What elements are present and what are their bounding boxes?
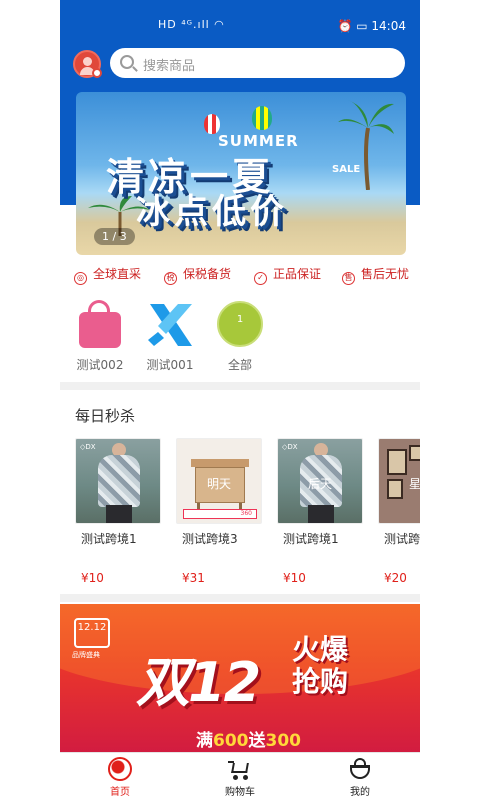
profile-icon bbox=[348, 757, 372, 781]
bottom-tab-bar: 首页 购物车 我的 bbox=[60, 752, 420, 800]
product-title: 测试跨境1 bbox=[81, 532, 137, 546]
product-title: 测试跨 bbox=[384, 532, 420, 546]
service-icon: 售 bbox=[342, 272, 355, 285]
globe-icon: ◎ bbox=[74, 272, 87, 285]
tab-label: 我的 bbox=[350, 787, 370, 798]
clock-battery: ⏰ ▭ 14:04 bbox=[337, 19, 407, 33]
promo-carousel[interactable]: SUMMER SALE 清凉一夏 冰点低价 1 / 3 bbox=[76, 92, 406, 255]
sale-day-label: 后天 bbox=[307, 477, 332, 491]
home-globe-icon bbox=[108, 757, 132, 781]
tab-cart[interactable]: 购物车 bbox=[200, 757, 280, 798]
category-row: 测试002 测试001 1 全部 bbox=[60, 298, 420, 378]
tab-label: 购物车 bbox=[225, 787, 255, 798]
category-item[interactable]: 测试001 bbox=[135, 298, 205, 373]
tax-icon: 税 bbox=[164, 272, 177, 285]
balloon-icon bbox=[252, 106, 272, 130]
category-label: 全部 bbox=[227, 358, 252, 372]
feature-bonded-stock: 税保税备货 bbox=[164, 265, 231, 285]
gear-icon bbox=[92, 68, 102, 78]
banner-sale-text: SALE bbox=[332, 164, 361, 175]
product-image: ◇DX bbox=[75, 438, 161, 524]
banner-headline-2: 冰点低价 bbox=[136, 192, 288, 232]
feature-genuine: ✓ 正品保证 bbox=[254, 265, 321, 285]
tab-home[interactable]: 首页 bbox=[80, 757, 160, 798]
category-label: 测试001 bbox=[146, 358, 194, 372]
status-bar: HD ⁴ᴳ.ıll ◠ ⏰ ▭ 14:04 bbox=[60, 0, 420, 48]
product-image: ◇DX 后天 bbox=[277, 438, 363, 524]
product-price: ¥10 bbox=[81, 571, 104, 585]
tab-label: 首页 bbox=[110, 787, 130, 798]
top-header: 搜索商品 bbox=[60, 48, 420, 82]
promo-offer: 满600送300 bbox=[196, 731, 301, 751]
shield-icon: ✓ bbox=[254, 272, 267, 285]
promo-badge: 12.12 bbox=[74, 618, 110, 648]
double-12-banner[interactable]: 12.12 品牌盛典 双12 火爆 抢购 满600送300 bbox=[60, 604, 420, 752]
product-image: 360 明天 bbox=[176, 438, 262, 524]
category-item[interactable]: 1 全部 bbox=[205, 298, 275, 373]
palm-tree-icon bbox=[338, 100, 394, 190]
product-card[interactable]: ◇DX 测试跨境1 ¥10 bbox=[75, 438, 161, 585]
search-input[interactable]: 搜索商品 bbox=[110, 48, 405, 78]
product-price: ¥31 bbox=[182, 571, 205, 585]
user-avatar-icon[interactable] bbox=[73, 50, 102, 78]
app-screen: HD ⁴ᴳ.ıll ◠ ⏰ ▭ 14:04 搜索商品 SUMMER SALE 清… bbox=[60, 0, 420, 800]
section-divider bbox=[60, 594, 420, 602]
product-image: 星期 bbox=[378, 438, 420, 524]
product-title: 测试跨境1 bbox=[283, 532, 339, 546]
carousel-indicator: 1 / 3 bbox=[94, 228, 135, 245]
flash-sale-list[interactable]: ◇DX 测试跨境1 ¥10 360 明天 测试跨境3 ¥31 ◇DX 后天 测试… bbox=[60, 438, 420, 588]
sale-day-label: 星期 bbox=[408, 477, 420, 491]
feature-global-sourcing: ◎ 全球直采 bbox=[74, 265, 141, 285]
section-divider bbox=[60, 382, 420, 390]
promo-headline: 双12 bbox=[136, 651, 261, 714]
flash-sale-title: 每日秒杀 bbox=[75, 407, 136, 425]
promo-badge-sub: 品牌盛典 bbox=[72, 651, 100, 659]
product-card[interactable]: 360 明天 测试跨境3 ¥31 bbox=[176, 438, 262, 585]
search-placeholder: 搜索商品 bbox=[143, 59, 196, 74]
product-card[interactable]: ◇DX 后天 测试跨境1 ¥10 bbox=[277, 438, 363, 585]
search-icon bbox=[120, 55, 134, 69]
product-card[interactable]: 星期 测试跨 ¥20 bbox=[378, 438, 420, 585]
balloon-icon bbox=[204, 114, 220, 134]
product-price: ¥20 bbox=[384, 571, 407, 585]
service-features: ◎ 全球直采 税保税备货 ✓ 正品保证 售售后无忧 bbox=[60, 265, 420, 289]
cart-icon bbox=[228, 757, 252, 781]
network-status: HD ⁴ᴳ.ıll ◠ bbox=[158, 18, 225, 31]
sale-day-label: 明天 bbox=[206, 477, 231, 491]
feature-after-sales: 售售后无忧 bbox=[342, 265, 409, 285]
product-title: 测试跨境3 bbox=[182, 532, 238, 546]
category-label: 测试002 bbox=[76, 358, 124, 372]
tab-profile[interactable]: 我的 bbox=[320, 757, 400, 798]
product-price: ¥10 bbox=[283, 571, 306, 585]
x-logo-icon bbox=[146, 300, 194, 348]
bag-icon bbox=[76, 300, 124, 348]
promo-hot-text: 火爆 抢购 bbox=[292, 633, 349, 698]
all-circle-icon: 1 bbox=[216, 300, 264, 348]
category-item[interactable]: 测试002 bbox=[65, 298, 135, 373]
